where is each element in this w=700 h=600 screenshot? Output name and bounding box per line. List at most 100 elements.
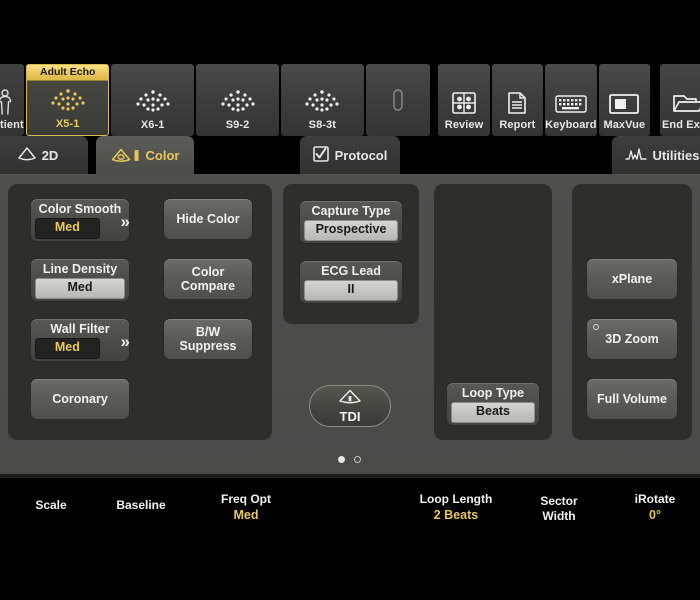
capture-type-button[interactable]: Capture Type Prospective bbox=[299, 200, 403, 244]
transducer-fan-icon bbox=[301, 89, 343, 115]
maxvue-button[interactable]: MaxVue bbox=[598, 64, 650, 136]
page-indicator[interactable] bbox=[338, 456, 361, 463]
loop-type-title: Loop Type bbox=[461, 386, 525, 400]
bottom-control-bar: Scale Baseline Freq Opt Med M-mode Loop … bbox=[0, 478, 700, 540]
probe-label: S8-3t bbox=[308, 118, 337, 131]
freq-opt-control[interactable]: Freq Opt Med bbox=[200, 492, 292, 523]
line-density-button[interactable]: Line Density Med bbox=[30, 258, 130, 302]
transducer-fan-icon bbox=[132, 89, 174, 115]
loop-type-button[interactable]: Loop Type Beats bbox=[446, 382, 540, 426]
probe-button-s8-3t[interactable]: S8-3t bbox=[280, 64, 364, 136]
report-label: Report bbox=[499, 118, 536, 131]
sector-2d-icon bbox=[17, 146, 36, 164]
wall-filter-value: Med bbox=[35, 338, 100, 360]
tdi-button[interactable]: TDI bbox=[309, 385, 391, 427]
capture-panel: Capture Type Prospective ECG Lead II bbox=[283, 184, 419, 324]
patient-button[interactable]: Patient bbox=[0, 64, 25, 136]
maxvue-label: MaxVue bbox=[603, 118, 646, 131]
bw-suppress-label: B/W Suppress bbox=[179, 324, 237, 353]
keyboard-button[interactable]: Keyboard bbox=[545, 64, 597, 136]
volume-panel: xPlane 3D Zoom Full Volume bbox=[572, 184, 692, 440]
sector-width-label: Sector Width bbox=[540, 494, 578, 523]
grid-thumbnails-icon bbox=[451, 91, 477, 115]
chevron-right-icon: » bbox=[120, 332, 131, 352]
irotate-value: 0° bbox=[649, 508, 661, 522]
bw-suppress-button[interactable]: B/W Suppress bbox=[163, 318, 253, 360]
probe-label: S9-2 bbox=[225, 118, 250, 131]
patient-label: Patient bbox=[0, 118, 24, 131]
page-dot-2[interactable] bbox=[354, 456, 361, 463]
tab-color-label: Color bbox=[145, 147, 180, 163]
waveform-icon bbox=[624, 147, 647, 164]
irotate-label: iRotate bbox=[634, 492, 676, 506]
sector-width-control[interactable]: Sector Width bbox=[510, 494, 608, 524]
mode-tab-bar: 2D Color Protocol Utilities bbox=[0, 136, 700, 174]
xplane-button[interactable]: xPlane bbox=[586, 258, 678, 300]
document-icon bbox=[506, 91, 528, 115]
scale-label: Scale bbox=[35, 498, 67, 512]
ecg-lead-button[interactable]: ECG Lead II bbox=[299, 260, 403, 304]
baseline-control[interactable]: Baseline bbox=[96, 498, 186, 513]
tab-utilities[interactable]: Utilities bbox=[612, 136, 700, 174]
open-folder-icon bbox=[672, 91, 700, 115]
capture-type-title: Capture Type bbox=[311, 204, 391, 218]
coronary-button[interactable]: Coronary bbox=[30, 378, 130, 420]
tdi-label: TDI bbox=[339, 408, 361, 424]
probe-button-x5-1[interactable]: Adult Echo X5-1 bbox=[26, 64, 110, 136]
review-button[interactable]: Review bbox=[438, 64, 490, 136]
hide-color-label: Hide Color bbox=[176, 211, 240, 226]
review-label: Review bbox=[444, 118, 484, 131]
indicator-dot-icon bbox=[593, 324, 599, 330]
xplane-label: xPlane bbox=[611, 271, 653, 286]
capture-type-value: Prospective bbox=[304, 220, 398, 242]
ultrasound-control-panel: Patient Adult Echo bbox=[0, 0, 700, 600]
loop-length-label: Loop Length bbox=[419, 492, 493, 506]
line-density-title: Line Density bbox=[42, 262, 118, 276]
coronary-label: Coronary bbox=[52, 391, 108, 406]
color-smooth-value: Med bbox=[35, 218, 100, 240]
hide-color-button[interactable]: Hide Color bbox=[163, 198, 253, 240]
probe-preset-label: Adult Echo bbox=[27, 65, 109, 82]
maxvue-screen-icon bbox=[609, 93, 640, 115]
freq-opt-value: Med bbox=[233, 508, 259, 522]
loop-length-control[interactable]: Loop Length 2 Beats bbox=[398, 492, 514, 523]
chevron-right-icon: » bbox=[120, 212, 131, 232]
tab-protocol[interactable]: Protocol bbox=[300, 136, 400, 174]
tab-2d[interactable]: 2D bbox=[0, 136, 88, 174]
full-volume-label: Full Volume bbox=[597, 391, 667, 406]
line-density-value: Med bbox=[35, 278, 125, 300]
tab-utilities-label: Utilities bbox=[652, 147, 700, 163]
sector-tdi-icon bbox=[338, 389, 362, 408]
tab-2d-label: 2D bbox=[41, 147, 59, 163]
report-button[interactable]: Report bbox=[491, 64, 544, 136]
color-smooth-button[interactable]: Color Smooth Med » bbox=[30, 198, 130, 242]
wall-filter-button[interactable]: Wall Filter Med » bbox=[30, 318, 130, 362]
full-volume-button[interactable]: Full Volume bbox=[586, 378, 678, 420]
tab-color[interactable]: Color bbox=[96, 136, 194, 174]
empty-probe-slot-icon bbox=[391, 86, 405, 114]
loop-length-value: 2 Beats bbox=[433, 508, 479, 522]
tab-protocol-label: Protocol bbox=[334, 147, 388, 163]
probe-function-toolbar: Patient Adult Echo bbox=[0, 64, 700, 136]
probe-label: X5-1 bbox=[55, 117, 80, 130]
probe-slot-empty[interactable] bbox=[365, 64, 431, 136]
scale-control[interactable]: Scale bbox=[6, 498, 96, 513]
page-dot-1[interactable] bbox=[338, 456, 345, 463]
color-compare-button[interactable]: Color Compare bbox=[163, 258, 253, 300]
person-icon bbox=[0, 89, 13, 115]
end-exam-label: End Exam bbox=[661, 118, 700, 131]
ecg-lead-title: ECG Lead bbox=[321, 264, 381, 278]
loop-panel: Loop Type Beats bbox=[434, 184, 552, 440]
baseline-label: Baseline bbox=[116, 498, 166, 512]
end-exam-button[interactable]: End Exam bbox=[660, 64, 700, 136]
checkbox-icon bbox=[312, 145, 329, 165]
sector-color-icon bbox=[111, 148, 140, 163]
3d-zoom-label: 3D Zoom bbox=[605, 331, 659, 346]
wall-filter-title: Wall Filter bbox=[50, 322, 110, 336]
freq-opt-label: Freq Opt bbox=[221, 492, 271, 506]
transducer-fan-icon bbox=[47, 88, 89, 114]
probe-button-x6-1[interactable]: X6-1 bbox=[111, 64, 195, 136]
irotate-control[interactable]: iRotate 0° bbox=[610, 492, 700, 523]
probe-button-s9-2[interactable]: S9-2 bbox=[196, 64, 279, 136]
3d-zoom-button[interactable]: 3D Zoom bbox=[586, 318, 678, 360]
